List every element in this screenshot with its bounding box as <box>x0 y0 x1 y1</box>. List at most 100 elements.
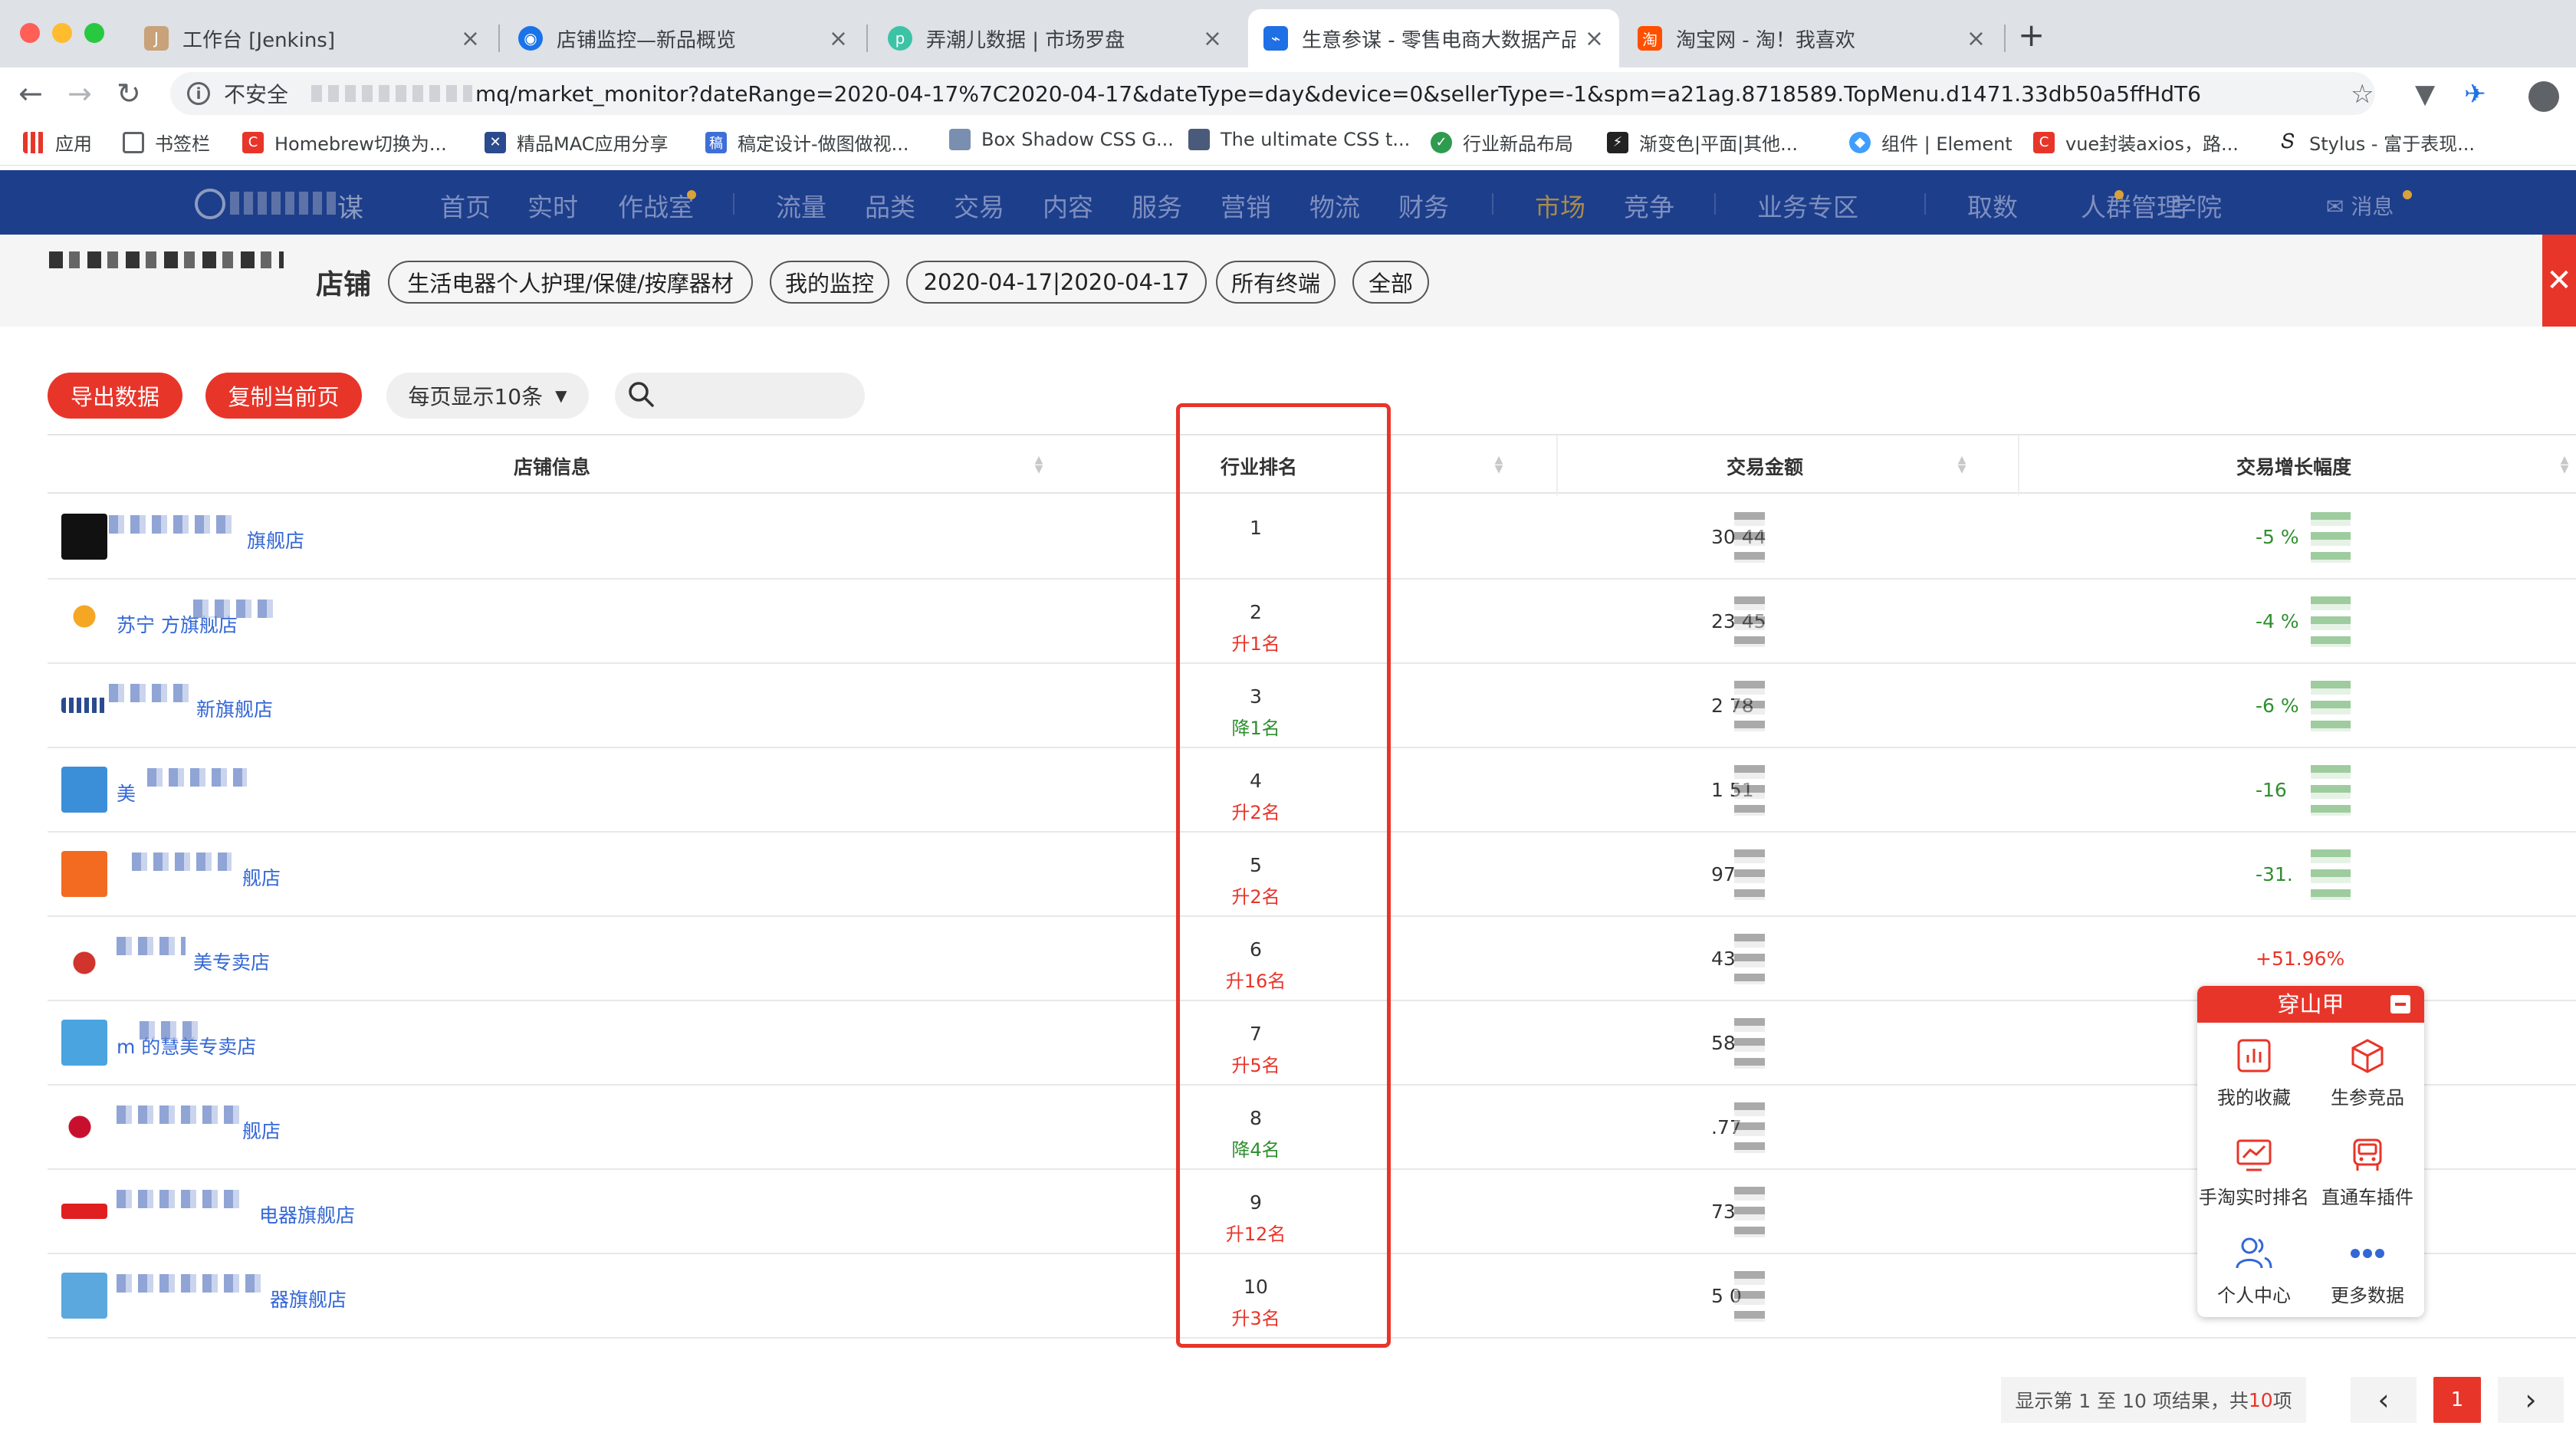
column-header-shop[interactable]: 店铺信息 <box>48 452 1056 480</box>
side-close-icon[interactable]: ✕ <box>2542 235 2576 327</box>
export-data-button[interactable]: 导出数据 <box>48 373 182 419</box>
shop-logo[interactable] <box>61 1273 107 1319</box>
nav-item-market[interactable]: 市场 <box>1535 187 1585 224</box>
nav-item-trade[interactable]: 交易 <box>954 187 1004 224</box>
shop-logo[interactable] <box>61 598 107 644</box>
tab-close-icon[interactable]: × <box>1967 25 1986 52</box>
bookmark-element[interactable]: ◆ 组件 | Element <box>1849 129 2013 156</box>
shop-name-link[interactable]: 新旗舰店 <box>196 695 273 722</box>
sort-icon[interactable]: ▲ ▼ <box>2559 455 2570 475</box>
shop-logo[interactable] <box>61 514 107 560</box>
browser-tab-taobao[interactable]: 淘 淘宝网 - 淘！我喜欢 × <box>1622 9 2001 67</box>
shop-logo[interactable] <box>61 851 107 897</box>
profile-avatar-icon[interactable] <box>2528 81 2559 112</box>
nav-item-finance[interactable]: 财务 <box>1398 187 1449 224</box>
bookmark-gaoding[interactable]: 稿 稿定设计-做图做视... <box>705 129 909 156</box>
address-bar[interactable]: i 不安全 mq/market_monitor?dateRange=2020-0… <box>170 72 2375 115</box>
window-maximize-button[interactable] <box>84 23 104 43</box>
browser-tab-business-advisor[interactable]: ⌁ 生意参谋 - 零售电商大数据产品 × <box>1248 9 1619 67</box>
window-close-button[interactable] <box>20 23 40 43</box>
nav-item-war-room[interactable]: 作战室 <box>618 187 694 224</box>
shop-logo[interactable] <box>61 1204 107 1219</box>
column-header-growth[interactable]: 交易增长幅度 <box>2141 452 2447 480</box>
extension-v-icon[interactable]: ▼ <box>2415 81 2435 107</box>
bookmark-vue-axios[interactable]: C vue封装axios，路... <box>2033 129 2239 156</box>
window-minimize-button[interactable] <box>52 23 72 43</box>
tab-close-icon[interactable]: × <box>461 25 480 52</box>
shop-logo[interactable] <box>61 1020 107 1066</box>
nav-item-marketing[interactable]: 营销 <box>1221 187 1271 224</box>
bookmark-stylus[interactable]: 𝑆 Stylus - 富于表现... <box>2277 129 2475 156</box>
page-size-select[interactable]: 每页显示10条 ▼ <box>386 373 589 419</box>
shop-name-link[interactable]: 美专卖店 <box>193 948 270 975</box>
new-tab-button[interactable]: + <box>2018 19 2045 51</box>
tab-close-icon[interactable]: × <box>1585 25 1604 52</box>
bookmark-gradient[interactable]: ⚡ 渐变色|平面|其他... <box>1607 129 1798 156</box>
column-header-amount[interactable]: 交易金额 <box>1612 452 1918 480</box>
plugin-item-ztc[interactable]: 直通车插件 <box>2311 1136 2424 1209</box>
tab-close-icon[interactable]: × <box>1203 25 1222 52</box>
browser-tab-shop-monitor[interactable]: ◉ 店铺监控—新品概览 × <box>503 9 863 67</box>
copy-page-button[interactable]: 复制当前页 <box>205 373 362 419</box>
shop-name-link[interactable]: 舰店 <box>242 863 281 891</box>
prev-page-button[interactable]: ‹ <box>2351 1377 2417 1423</box>
info-icon[interactable]: i <box>187 82 210 105</box>
shop-name-redacted <box>109 684 193 702</box>
plugin-item-more[interactable]: 更多数据 <box>2311 1234 2424 1307</box>
nav-item-content[interactable]: 内容 <box>1043 187 1093 224</box>
reload-button[interactable]: ↻ <box>117 75 141 112</box>
tab-close-icon[interactable]: × <box>829 25 848 52</box>
nav-item-home[interactable]: 首页 <box>440 187 491 224</box>
shop-logo[interactable] <box>61 698 107 713</box>
bookmark-industry-new[interactable]: ✓ 行业新品布局 <box>1431 129 1573 156</box>
nav-item-crowd[interactable]: 人群管理 <box>2081 187 2182 224</box>
bookmark-apps[interactable]: 应用 <box>23 129 92 156</box>
shop-logo[interactable] <box>61 935 107 981</box>
sort-icon[interactable]: ▲ ▼ <box>1033 455 1044 475</box>
nav-item-realtime[interactable]: 实时 <box>527 187 578 224</box>
next-page-button[interactable]: › <box>2498 1377 2564 1423</box>
nav-item-service[interactable]: 服务 <box>1132 187 1182 224</box>
page-number-button[interactable]: 1 <box>2433 1377 2481 1423</box>
bookmark-ultimate-css[interactable]: The ultimate CSS t... <box>1188 129 1410 150</box>
plugin-item-competitors[interactable]: 生参竞品 <box>2311 1036 2424 1109</box>
browser-tab-market-compass[interactable]: p 弄潮儿数据 | 市场罗盘 × <box>872 9 1237 67</box>
nav-item-business-zone[interactable]: 业务专区 <box>1757 187 1858 224</box>
nav-item-data-fetch[interactable]: 取数 <box>1967 187 2018 224</box>
filter-device-pill[interactable]: 所有终端 <box>1216 261 1336 304</box>
nav-message[interactable]: ✉ 消息 <box>2326 190 2394 221</box>
filter-seller-type-pill[interactable]: 全部 <box>1352 261 1429 304</box>
plugin-item-profile[interactable]: 个人中心 <box>2197 1234 2311 1307</box>
nav-item-competition[interactable]: 竞争 <box>1624 187 1674 224</box>
bookmark-star-icon[interactable]: ☆ <box>2351 81 2374 107</box>
filter-my-monitor-pill[interactable]: 我的监控 <box>770 261 889 304</box>
filter-date-pill[interactable]: 2020-04-17|2020-04-17 <box>906 261 1207 304</box>
sort-icon[interactable]: ▲ ▼ <box>1957 455 1967 475</box>
filter-category-pill[interactable]: 生活电器个人护理/保健/按摩器材 <box>388 261 753 304</box>
shop-name-link[interactable]: 旗舰店 <box>247 526 304 554</box>
browser-tab-jenkins[interactable]: J 工作台 [Jenkins] × <box>129 9 495 67</box>
nav-item-academy[interactable]: 学院 <box>2171 187 2222 224</box>
search-input[interactable] <box>615 373 865 419</box>
sort-icon[interactable]: ▲ ▼ <box>1493 455 1504 475</box>
bookmark-folder[interactable]: 书签栏 <box>123 129 210 156</box>
bookmark-mac-apps[interactable]: ✕ 精品MAC应用分享 <box>485 129 668 156</box>
plugin-item-favorites[interactable]: 我的收藏 <box>2197 1036 2311 1109</box>
forward-button[interactable]: → <box>67 75 92 112</box>
plugin-item-realtime-rank[interactable]: 手淘实时排名 <box>2197 1136 2311 1209</box>
back-button[interactable]: ← <box>18 75 43 112</box>
nav-item-logistics[interactable]: 物流 <box>1309 187 1360 224</box>
logo-text: 谋 <box>337 193 363 224</box>
extension-bird-icon[interactable]: ✈ <box>2464 81 2486 107</box>
nav-item-traffic[interactable]: 流量 <box>776 187 826 224</box>
shop-name-link[interactable]: 电器旗舰店 <box>259 1201 355 1228</box>
minimize-icon[interactable] <box>2390 995 2410 1013</box>
bookmark-homebrew[interactable]: C Homebrew切换为... <box>242 129 447 156</box>
bookmark-box-shadow[interactable]: Box Shadow CSS G... <box>949 129 1174 150</box>
shop-logo[interactable] <box>61 1104 107 1150</box>
shop-name-link[interactable]: 器旗舰店 <box>270 1285 347 1312</box>
shop-name-link[interactable]: 舰店 <box>242 1116 281 1144</box>
nav-item-category[interactable]: 品类 <box>865 187 915 224</box>
shop-name-link[interactable]: 美 <box>117 779 136 806</box>
shop-logo[interactable] <box>61 767 107 813</box>
